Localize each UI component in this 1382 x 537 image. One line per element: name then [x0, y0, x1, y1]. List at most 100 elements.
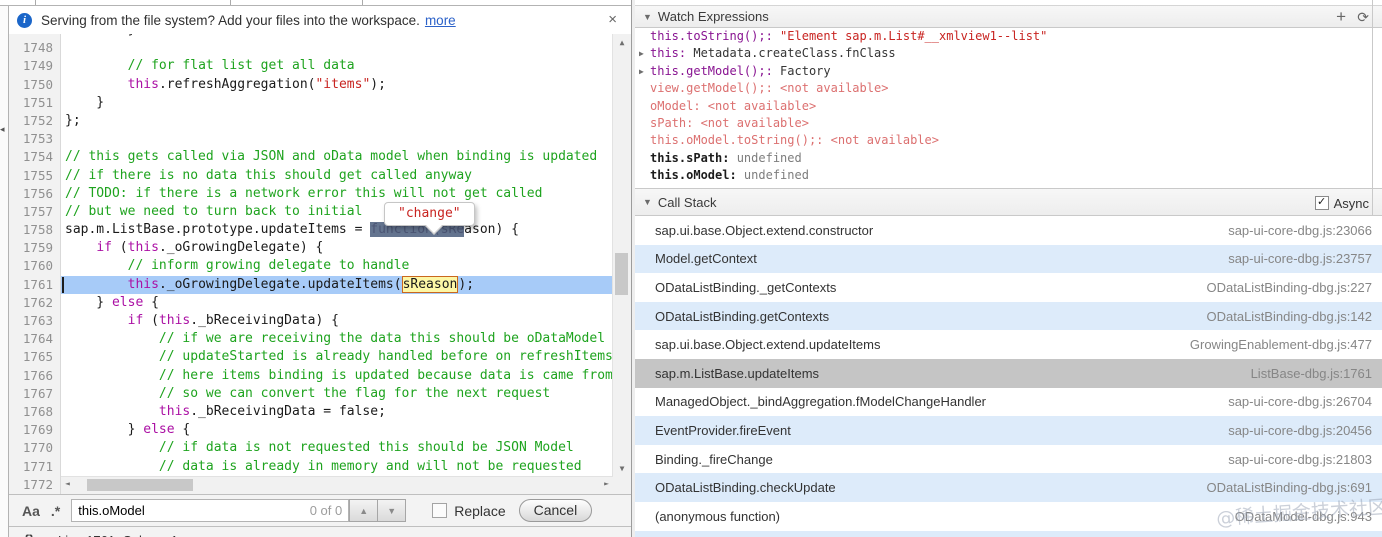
line-number[interactable]: 1750	[9, 75, 61, 94]
code-text[interactable]: // if we are receiving the data this sho…	[61, 330, 613, 348]
code-text[interactable]: } else {	[61, 421, 613, 439]
call-stack-header[interactable]: ▼ Call Stack ✓ Async	[635, 188, 1382, 216]
code-text[interactable]: // but we need to turn back to initial	[61, 203, 613, 221]
watch-expression-row[interactable]: oModel: <not available>	[635, 98, 1382, 115]
expand-triangle-icon[interactable]: ▶	[639, 63, 650, 80]
add-watch-icon[interactable]: +	[1336, 7, 1346, 27]
find-input[interactable]: this.oModel 0 of 0	[71, 499, 350, 522]
code-text[interactable]: };	[61, 112, 613, 130]
watch-expression-row[interactable]: this.toString();: "Element sap.m.List#__…	[635, 28, 1382, 45]
code-text[interactable]: this._oGrowingDelegate.updateItems(sReas…	[61, 275, 613, 294]
watch-expression-row[interactable]: this.oModel.toString();: <not available>	[635, 132, 1382, 149]
async-checkbox[interactable]: ✓	[1314, 196, 1329, 210]
call-stack-frame[interactable]: Binding._fireChange sap-ui-core-dbg.js:21…	[635, 445, 1382, 474]
async-toggle[interactable]: ✓ Async	[1314, 189, 1369, 217]
code-text[interactable]	[61, 39, 613, 57]
watch-expression-row[interactable]: view.getModel();: <not available>	[635, 80, 1382, 97]
call-stack-frame[interactable]	[635, 530, 1382, 537]
code-text[interactable]: if (this._oGrowingDelegate) {	[61, 239, 613, 257]
line-number[interactable]: 1754	[9, 148, 61, 167]
line-number[interactable]: 1751	[9, 93, 61, 112]
call-stack-frame[interactable]: (anonymous function) ODataModel-dbg.js:94…	[635, 502, 1382, 531]
code-text[interactable]: } else {	[61, 294, 613, 312]
horizontal-scrollbar[interactable]: ◄ ►	[61, 476, 613, 494]
cancel-button[interactable]: Cancel	[518, 499, 593, 522]
code-text[interactable]: // if there is no data this should get c…	[61, 167, 613, 185]
call-stack-frame[interactable]: ODataListBinding.getContexts ODataListBin…	[635, 301, 1382, 331]
watch-expression-row[interactable]: ▶ this.getModel();: Factory	[635, 63, 1382, 80]
line-number[interactable]: 1749	[9, 57, 61, 76]
line-number[interactable]: 1769	[9, 421, 61, 440]
vertical-scrollbar-thumb[interactable]	[615, 253, 628, 295]
line-number[interactable]: 1763	[9, 312, 61, 331]
replace-checkbox[interactable]	[432, 503, 448, 518]
call-stack-frame[interactable]: sap.ui.base.Object.extend.updateItems Gro…	[635, 330, 1382, 359]
code-text[interactable]: // so we can convert the flag for the ne…	[61, 385, 613, 403]
code-text[interactable]: // here items binding is updated because…	[61, 367, 613, 385]
collapse-triangle-icon[interactable]: ▼	[643, 12, 652, 22]
line-number[interactable]: 1757	[9, 202, 61, 222]
code-text[interactable]: if (this._bReceivingData) {	[61, 312, 613, 330]
infobar-close-icon[interactable]: ×	[608, 11, 617, 28]
vertical-scrollbar[interactable]: ▲ ▼	[612, 34, 631, 477]
refresh-watch-icon[interactable]: ⟳	[1357, 9, 1369, 26]
expand-triangle-icon[interactable]: ▶	[639, 45, 650, 62]
code-editor[interactable]: 1747 }17481749 // for flat list get all …	[9, 34, 631, 494]
scroll-right-icon[interactable]: ►	[604, 479, 609, 488]
watch-expression-row[interactable]: ▶ this: Metadata.createClass.fnClass	[635, 45, 1382, 62]
code-text[interactable]: // for flat list get all data	[61, 57, 613, 75]
code-text[interactable]	[61, 130, 613, 148]
collapse-triangle-icon[interactable]: ▼	[643, 197, 652, 207]
line-number[interactable]: 1752	[9, 111, 61, 131]
code-text[interactable]: }	[61, 94, 613, 112]
call-stack-frame[interactable]: sap.m.ListBase.updateItems ListBase-dbg.j…	[635, 358, 1382, 388]
scroll-down-icon[interactable]: ▼	[613, 464, 631, 473]
code-text[interactable]: // this gets called via JSON and oData m…	[61, 148, 613, 166]
line-number[interactable]: 1761	[9, 275, 61, 294]
line-number[interactable]: 1771	[9, 457, 61, 476]
watch-expression-row[interactable]: this.sPath: undefined	[635, 150, 1382, 167]
call-stack-frame[interactable]: ODataListBinding.checkUpdate ODataListBin…	[635, 473, 1382, 502]
scroll-up-icon[interactable]: ▲	[613, 38, 631, 47]
line-number[interactable]: 1772	[9, 475, 61, 494]
infobar-more-link[interactable]: more	[425, 13, 456, 28]
line-number[interactable]: 1756	[9, 184, 61, 203]
find-next-button[interactable]: ▼	[377, 499, 407, 522]
code-text[interactable]: // updateStarted is already handled befo…	[61, 348, 613, 366]
call-stack-frame[interactable]: sap.ui.base.Object.extend.constructor sap…	[635, 216, 1382, 245]
line-number[interactable]: 1764	[9, 330, 61, 349]
call-stack-frame[interactable]: ODataListBinding._getContexts ODataListBi…	[635, 273, 1382, 302]
line-number[interactable]: 1765	[9, 348, 61, 367]
code-text[interactable]: // data is already in memory and will no…	[61, 458, 613, 476]
code-text[interactable]: // TODO: if there is a network error thi…	[61, 185, 613, 203]
line-number[interactable]: 1766	[9, 366, 61, 385]
scroll-left-icon[interactable]: ◄	[65, 479, 70, 488]
panel-collapse-icon[interactable]: ◂	[0, 124, 5, 135]
watch-expression-row[interactable]: this.oModel: undefined	[635, 167, 1382, 184]
pretty-print-icon[interactable]: {}	[24, 532, 34, 537]
line-number[interactable]: 1758	[9, 221, 61, 240]
call-stack-frame[interactable]: ManagedObject._bindAggregation.fModelCha…	[635, 388, 1382, 417]
find-previous-button[interactable]: ▲	[349, 499, 379, 522]
line-number[interactable]: 1762	[9, 293, 61, 312]
line-number[interactable]: 1768	[9, 402, 61, 422]
navigator-collapsed-strip[interactable]: ◂	[0, 6, 9, 537]
watch-expressions-header[interactable]: ▼ Watch Expressions + ⟳	[635, 5, 1382, 28]
code-text[interactable]: // inform growing delegate to handle	[61, 257, 613, 275]
line-number[interactable]: 1753	[9, 130, 61, 149]
call-stack-frame[interactable]: Model.getContext sap-ui-core-dbg.js:23757	[635, 244, 1382, 274]
line-number[interactable]: 1770	[9, 439, 61, 458]
line-number[interactable]: 1767	[9, 384, 61, 403]
code-text[interactable]: this._bReceivingData = false;	[61, 403, 613, 421]
regex-button[interactable]: .*	[51, 503, 60, 519]
code-text[interactable]: // if data is not requested this should …	[61, 439, 613, 457]
line-number[interactable]: 1755	[9, 166, 61, 185]
call-stack-frame[interactable]: EventProvider.fireEvent sap-ui-core-dbg.j…	[635, 416, 1382, 445]
line-number[interactable]: 1760	[9, 257, 61, 276]
watch-expression-row[interactable]: sPath: <not available>	[635, 115, 1382, 132]
line-number[interactable]: 1748	[9, 39, 61, 58]
line-number[interactable]: 1759	[9, 239, 61, 258]
code-text[interactable]: this.refreshAggregation("items");	[61, 76, 613, 94]
match-case-button[interactable]: Aa	[22, 503, 40, 519]
code-text[interactable]: sap.m.ListBase.prototype.updateItems = f…	[61, 221, 613, 239]
